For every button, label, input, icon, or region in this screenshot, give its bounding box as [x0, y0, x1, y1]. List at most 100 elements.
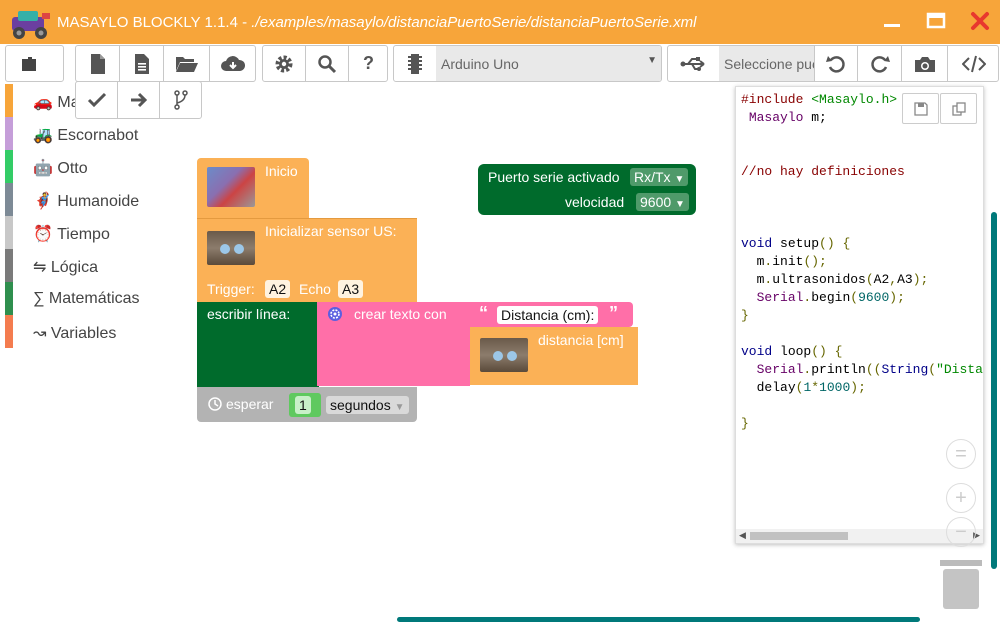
- code-preview-panel[interactable]: #include <Masaylo.h> Masaylo m; //no hay…: [735, 86, 984, 544]
- search-button[interactable]: [306, 46, 349, 81]
- trash-icon[interactable]: [938, 556, 984, 610]
- echo-pin-dropdown[interactable]: A3: [338, 280, 364, 298]
- category-logica[interactable]: ⇋ Lógica: [5, 249, 185, 282]
- category-humanoide[interactable]: 🦸 Humanoide: [5, 183, 185, 216]
- inicio-block[interactable]: Inicio: [197, 158, 309, 218]
- echo-label: Echo: [299, 281, 331, 297]
- chevron-down-icon: ▼: [647, 55, 657, 66]
- workspace-horizontal-scrollbar[interactable]: [397, 617, 920, 622]
- category-escornabot[interactable]: 🚜 Escornabot: [5, 117, 185, 150]
- port-select-placeholder: Seleccione puerto: [724, 55, 814, 72]
- board-group: Arduino Uno ▼: [393, 45, 662, 82]
- zoom-reset-button[interactable]: =: [946, 439, 976, 469]
- text-string-block[interactable]: “ Distancia (cm): ”: [470, 302, 633, 327]
- usb-icon: [680, 56, 705, 71]
- code-line: m.init();: [756, 254, 827, 269]
- init-sensor-block[interactable]: Inicializar sensor US: Trigger: A2 Echo …: [197, 218, 417, 302]
- scroll-left-icon[interactable]: ◀: [739, 530, 746, 541]
- category-color-bar: [5, 282, 13, 315]
- gear-mutator-icon[interactable]: [327, 306, 343, 322]
- puzzle-icon: [22, 56, 36, 71]
- code-line: #include <Masaylo.h>: [741, 92, 898, 107]
- copy-icon: [951, 101, 966, 116]
- screenshot-button[interactable]: [902, 46, 948, 81]
- category-otto[interactable]: 🤖 Otto: [5, 150, 185, 183]
- trigger-pin-dropdown[interactable]: A2: [265, 280, 291, 298]
- open-quote-icon: “: [479, 303, 488, 323]
- branch-button[interactable]: [160, 82, 201, 118]
- scrollbar-thumb[interactable]: [750, 532, 848, 540]
- code-line: void loop() {: [741, 344, 843, 359]
- new-file-button[interactable]: [76, 46, 120, 81]
- workspace-actions: [75, 81, 202, 119]
- speed-dropdown[interactable]: 9600 ▼: [636, 193, 689, 211]
- undo-icon: [826, 55, 845, 73]
- category-label: 🚗 Ma: [33, 94, 80, 111]
- category-color-bar: [5, 216, 13, 249]
- maximize-button[interactable]: [922, 8, 952, 36]
- undo-button[interactable]: [814, 46, 858, 81]
- wait-unit-dropdown[interactable]: segundos ▼: [326, 396, 409, 414]
- category-label: 🦸 Humanoide: [33, 193, 140, 210]
- new-text-file-button[interactable]: [120, 46, 164, 81]
- microchip-icon: [408, 53, 422, 74]
- masaylo-robot-logo: [12, 11, 50, 39]
- number-block[interactable]: 1: [289, 393, 321, 417]
- distance-block[interactable]: distancia [cm]: [470, 327, 638, 385]
- close-icon: [971, 12, 989, 30]
- create-text-block[interactable]: crear texto con: [317, 302, 470, 386]
- copy-code-button[interactable]: [940, 93, 977, 124]
- title-bar: MASAYLO BLOCKLY 1.1.4 - ./examples/masay…: [0, 0, 1000, 44]
- sensor-eyes-icon: [493, 351, 517, 361]
- tools-group: ?: [262, 45, 388, 82]
- settings-button[interactable]: [263, 46, 306, 81]
- code-line: Serial.println((String("Dista: [756, 362, 983, 377]
- distance-label: distancia [cm]: [538, 332, 624, 348]
- camera-icon: [914, 56, 935, 72]
- close-button[interactable]: [966, 8, 996, 36]
- save-code-button[interactable]: [902, 93, 939, 124]
- minimize-icon: [884, 24, 900, 27]
- category-label: 🤖 Otto: [33, 160, 88, 177]
- print-line-block[interactable]: escribir línea:: [197, 302, 319, 387]
- minimize-button[interactable]: [878, 8, 908, 36]
- category-tiempo[interactable]: ⏰ Tiempo: [5, 216, 185, 249]
- category-color-bar: [5, 150, 13, 183]
- category-variables[interactable]: ↝ Variables: [5, 315, 185, 348]
- dropdown-arrow-icon: ▼: [394, 402, 405, 413]
- category-label: ↝ Variables: [33, 325, 117, 342]
- maximize-icon: [926, 12, 946, 29]
- verify-button[interactable]: [76, 82, 118, 118]
- port-select[interactable]: Seleccione puerto: [719, 46, 814, 81]
- wait-value-field[interactable]: 1: [295, 396, 311, 414]
- serial-port-block[interactable]: Puerto serie activado Rx/Tx ▼ velocidad …: [478, 164, 696, 215]
- serial-mode-dropdown[interactable]: Rx/Tx ▼: [630, 168, 689, 186]
- port-icon-holder: [668, 46, 719, 81]
- redo-button[interactable]: [858, 46, 902, 81]
- zoom-out-button[interactable]: −: [946, 517, 976, 547]
- speed-label: velocidad: [565, 194, 625, 210]
- init-sensor-label: Inicializar sensor US:: [265, 223, 397, 239]
- question-icon: ?: [363, 53, 374, 73]
- category-color-bar: [5, 117, 13, 150]
- masaylo-robot-image: [207, 167, 255, 207]
- zoom-in-button[interactable]: +: [946, 483, 976, 513]
- code-view-button[interactable]: [948, 46, 998, 81]
- open-file-button[interactable]: [164, 46, 210, 81]
- wait-block[interactable]: esperar 1 segundos ▼: [197, 387, 417, 422]
- toolbox-toggle-button[interactable]: [6, 46, 52, 81]
- board-select[interactable]: Arduino Uno ▼: [436, 46, 661, 81]
- dropdown-arrow-icon: ▼: [674, 174, 685, 185]
- save-cloud-button[interactable]: [210, 46, 255, 81]
- category-matematicas[interactable]: ∑ Matemáticas: [5, 282, 185, 315]
- code-line: void setup() {: [741, 236, 851, 251]
- cloud-download-icon: [221, 55, 246, 71]
- ultrasonic-sensor-image: [480, 338, 528, 372]
- text-value-field[interactable]: Distancia (cm):: [497, 306, 599, 324]
- help-button[interactable]: ?: [349, 46, 387, 81]
- code-line: Masaylo m;: [748, 110, 827, 125]
- category-label: 🚜 Escornabot: [33, 127, 139, 144]
- workspace-vertical-scrollbar[interactable]: [991, 212, 997, 569]
- code-line: //no hay definiciones: [741, 164, 905, 179]
- upload-button[interactable]: [118, 82, 160, 118]
